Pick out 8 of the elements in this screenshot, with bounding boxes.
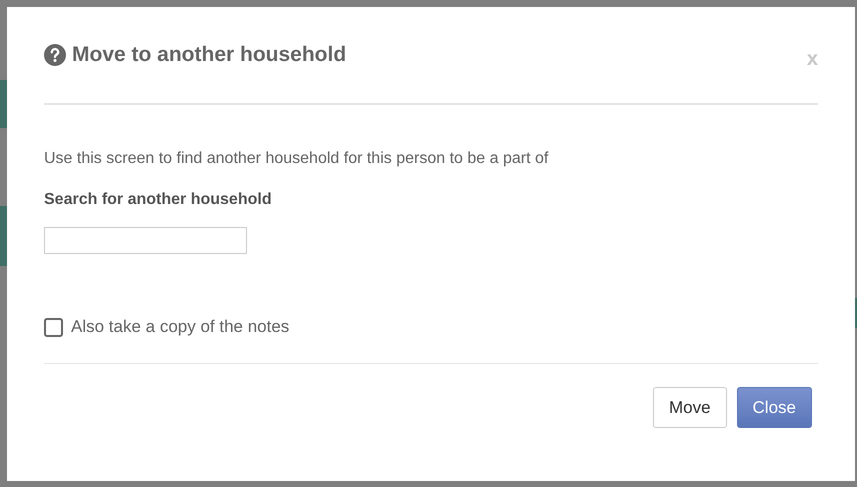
secondary-button[interactable]: Move xyxy=(652,387,727,428)
search-label: Search for another household xyxy=(44,191,272,209)
search-field[interactable] xyxy=(44,227,247,254)
primary-button[interactable]: Close xyxy=(736,387,812,428)
dialog-title: Move to another household xyxy=(72,43,348,67)
description-text: Use this screen to find another household for this person to be a part of xyxy=(44,150,548,168)
help-icon xyxy=(44,44,66,66)
checkbox[interactable] xyxy=(44,318,63,336)
